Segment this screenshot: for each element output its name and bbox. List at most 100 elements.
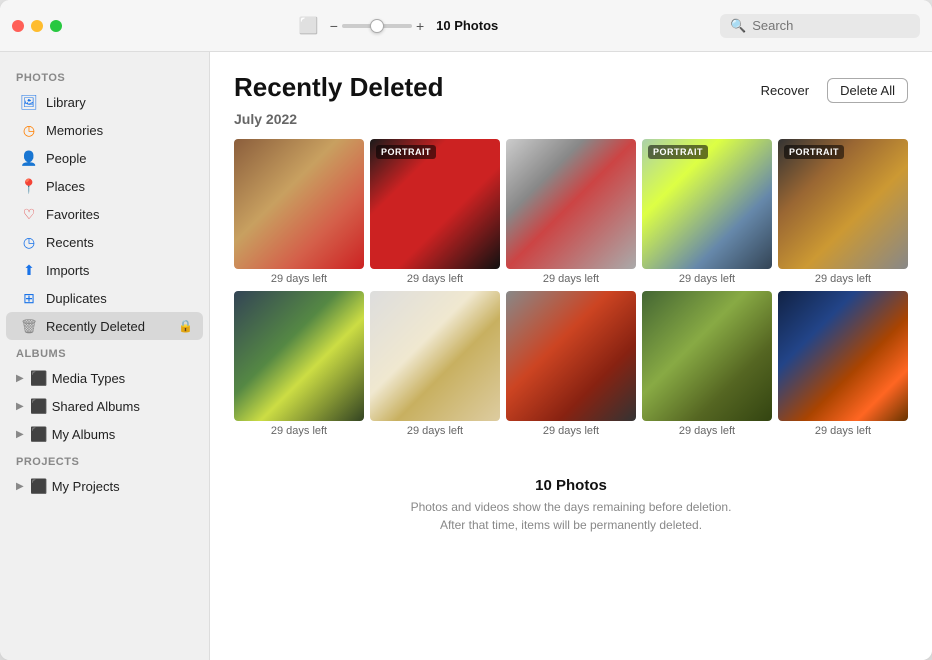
- memories-icon: ◷: [20, 121, 38, 139]
- my-projects-icon: ⬛: [30, 477, 48, 495]
- sidebar-item-memories[interactable]: ◷ Memories: [6, 116, 203, 144]
- zoom-slider-container: − +: [330, 18, 424, 34]
- chevron-right-icon2: ▶: [16, 401, 24, 412]
- page-title: Recently Deleted: [234, 72, 444, 103]
- recover-button[interactable]: Recover: [751, 79, 819, 102]
- imports-icon: ⬆: [20, 261, 38, 279]
- days-left: 29 days left: [370, 425, 500, 437]
- sidebar-item-recently-deleted[interactable]: 🗑 Recently Deleted 🔒: [6, 312, 203, 340]
- photo-thumbnail[interactable]: [234, 291, 364, 421]
- people-icon: 👤: [20, 149, 38, 167]
- sidebar-item-imports[interactable]: ⬆ Imports: [6, 256, 203, 284]
- days-left: 29 days left: [778, 425, 908, 437]
- list-item: PORTRAIT 29 days left: [370, 139, 500, 285]
- footer-info: 10 Photos Photos and videos show the day…: [234, 461, 908, 550]
- sidebar-group-shared-albums-label: Shared Albums: [52, 399, 140, 414]
- zoom-plus[interactable]: +: [416, 18, 424, 34]
- days-left: 29 days left: [234, 425, 364, 437]
- zoom-slider[interactable]: [342, 24, 412, 28]
- projects-section-label: Projects: [0, 448, 209, 472]
- sidebar-group-my-albums-label: My Albums: [52, 427, 116, 442]
- sidebar-group-shared-albums[interactable]: ▶ ⬛ Shared Albums: [6, 392, 203, 420]
- sidebar-group-my-projects[interactable]: ▶ ⬛ My Projects: [6, 472, 203, 500]
- photo-thumbnail[interactable]: PORTRAIT: [370, 139, 500, 269]
- header-buttons: Recover Delete All: [751, 78, 908, 103]
- sidebar-item-people-label: People: [46, 151, 86, 166]
- recents-icon: ◷: [20, 233, 38, 251]
- sidebar-item-recents-label: Recents: [46, 235, 94, 250]
- sidebar-item-people[interactable]: 👤 People: [6, 144, 203, 172]
- sidebar-item-favorites[interactable]: ♡ Favorites: [6, 200, 203, 228]
- list-item: 29 days left: [234, 291, 364, 437]
- albums-section-label: Albums: [0, 340, 209, 364]
- search-icon: 🔍: [730, 18, 746, 34]
- days-left: 29 days left: [506, 273, 636, 285]
- lock-icon: 🔒: [178, 319, 193, 333]
- photo-thumbnail[interactable]: PORTRAIT: [642, 139, 772, 269]
- sidebar-item-library-label: Library: [46, 95, 86, 110]
- toolbar: ⬜ − + 10 Photos: [78, 17, 720, 35]
- chevron-right-icon4: ▶: [16, 481, 24, 492]
- places-icon: 📍: [20, 177, 38, 195]
- sidebar-item-imports-label: Imports: [46, 263, 89, 278]
- list-item: 29 days left: [506, 291, 636, 437]
- sidebar-group-media-types[interactable]: ▶ ⬛ Media Types: [6, 364, 203, 392]
- maximize-button[interactable]: [50, 20, 62, 32]
- sidebar-item-places[interactable]: 📍 Places: [6, 172, 203, 200]
- days-left: 29 days left: [642, 273, 772, 285]
- minimize-button[interactable]: [31, 20, 43, 32]
- days-left: 29 days left: [234, 273, 364, 285]
- sidebar-item-recently-deleted-label: Recently Deleted: [46, 319, 145, 334]
- portrait-badge: PORTRAIT: [784, 145, 844, 159]
- zoom-thumb[interactable]: [370, 19, 384, 33]
- search-bar[interactable]: 🔍: [720, 14, 920, 38]
- view-icon: ⬜: [300, 17, 318, 35]
- photo-thumbnail[interactable]: [234, 139, 364, 269]
- photo-thumbnail[interactable]: [778, 291, 908, 421]
- section-date: July 2022: [234, 111, 908, 127]
- sidebar: Photos 🖼 Library ◷ Memories 👤 People 📍 P…: [0, 52, 210, 660]
- days-left: 29 days left: [370, 273, 500, 285]
- sidebar-item-duplicates[interactable]: ⊞ Duplicates: [6, 284, 203, 312]
- content-area: Recently Deleted Recover Delete All July…: [210, 52, 932, 660]
- library-icon: 🖼: [20, 93, 38, 111]
- photo-thumbnail[interactable]: [370, 291, 500, 421]
- titlebar: ⬜ − + 10 Photos 🔍: [0, 0, 932, 52]
- list-item: PORTRAIT 29 days left: [642, 139, 772, 285]
- duplicates-icon: ⊞: [20, 289, 38, 307]
- favorites-icon: ♡: [20, 205, 38, 223]
- list-item: 29 days left: [778, 291, 908, 437]
- traffic-lights: [12, 20, 62, 32]
- search-input[interactable]: [752, 18, 910, 33]
- photo-count: 10 Photos: [436, 18, 498, 33]
- zoom-minus[interactable]: −: [330, 18, 338, 34]
- chevron-right-icon: ▶: [16, 373, 24, 384]
- delete-all-button[interactable]: Delete All: [827, 78, 908, 103]
- photo-thumbnail[interactable]: PORTRAIT: [778, 139, 908, 269]
- content-header: Recently Deleted Recover Delete All: [234, 72, 908, 103]
- days-left: 29 days left: [778, 273, 908, 285]
- sidebar-item-library[interactable]: 🖼 Library: [6, 88, 203, 116]
- close-button[interactable]: [12, 20, 24, 32]
- sidebar-item-recents[interactable]: ◷ Recents: [6, 228, 203, 256]
- footer-desc-line2: After that time, items will be permanent…: [250, 516, 892, 534]
- photo-thumbnail[interactable]: [642, 291, 772, 421]
- photo-thumbnail[interactable]: [506, 291, 636, 421]
- portrait-badge: PORTRAIT: [648, 145, 708, 159]
- portrait-badge: PORTRAIT: [376, 145, 436, 159]
- trash-icon: 🗑: [20, 317, 38, 335]
- sidebar-item-places-label: Places: [46, 179, 85, 194]
- photo-thumbnail[interactable]: [506, 139, 636, 269]
- sidebar-item-memories-label: Memories: [46, 123, 103, 138]
- footer-desc-line1: Photos and videos show the days remainin…: [250, 498, 892, 516]
- list-item: 29 days left: [234, 139, 364, 285]
- days-left: 29 days left: [642, 425, 772, 437]
- list-item: PORTRAIT 29 days left: [778, 139, 908, 285]
- photos-section-label: Photos: [0, 64, 209, 88]
- sidebar-group-media-types-label: Media Types: [52, 371, 125, 386]
- chevron-right-icon3: ▶: [16, 429, 24, 440]
- photo-grid: 29 days left PORTRAIT 29 days left 29 da…: [234, 139, 908, 437]
- sidebar-group-my-albums[interactable]: ▶ ⬛ My Albums: [6, 420, 203, 448]
- my-albums-icon: ⬛: [30, 425, 48, 443]
- days-left: 29 days left: [506, 425, 636, 437]
